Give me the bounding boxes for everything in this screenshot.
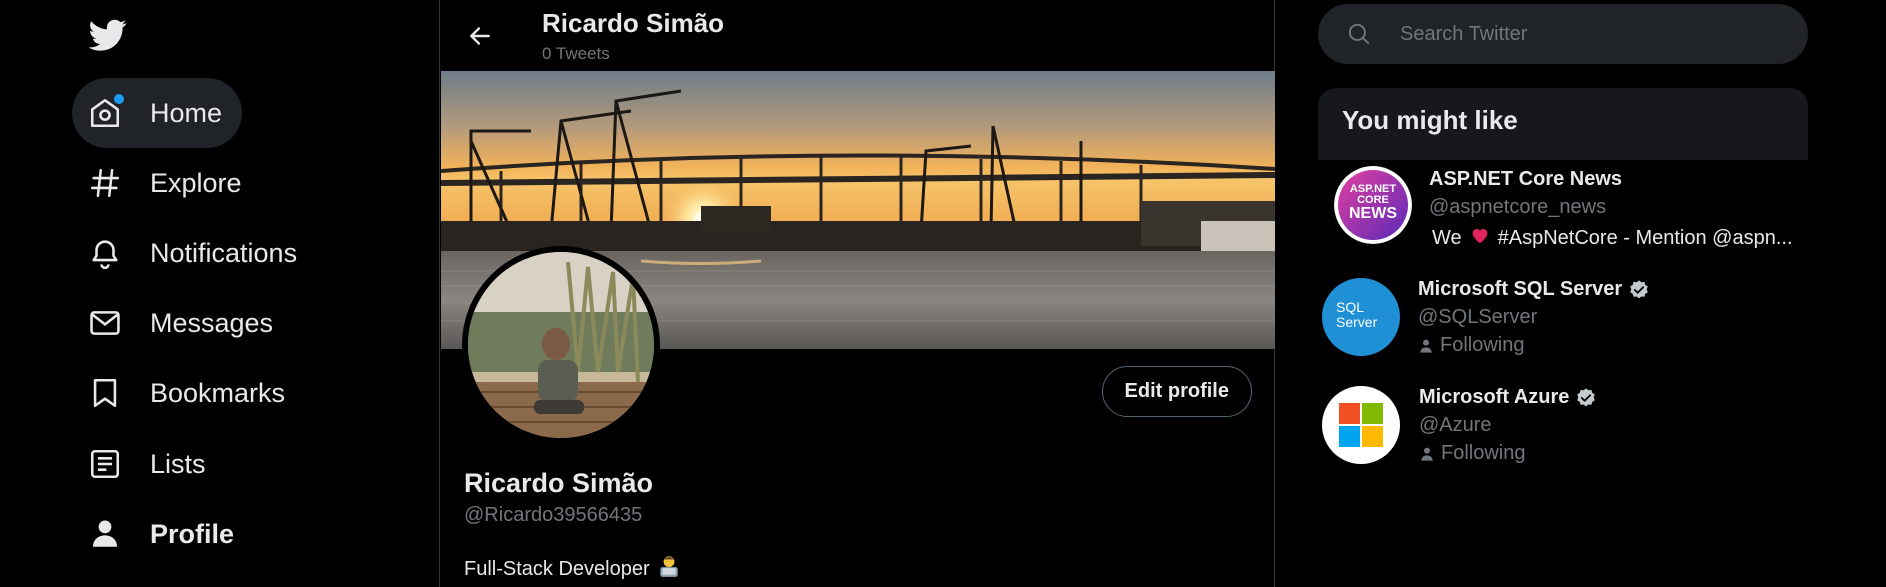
notification-dot — [114, 94, 124, 104]
suggestion-description: We #AspNetCore - Mention @aspn... — [1432, 224, 1793, 252]
suggestion-azure[interactable]: Microsoft Azure @Azure Following — [1318, 380, 1838, 480]
person-small-icon — [1421, 447, 1433, 461]
person-small-icon — [1420, 339, 1432, 353]
search-box[interactable] — [1318, 4, 1808, 64]
bio-text: Full-Stack Developer — [464, 557, 650, 580]
envelope-icon — [88, 306, 122, 340]
suggestion-handle[interactable]: @Azure — [1419, 414, 1492, 437]
suggestion-name-text: Microsoft Azure — [1419, 386, 1570, 408]
suggestion-name[interactable]: ASP.NET Core News — [1429, 168, 1622, 191]
verified-badge-icon — [1630, 279, 1648, 298]
heart-icon — [1468, 224, 1492, 252]
tweet-count: 0 Tweets — [542, 44, 610, 63]
arrow-left-icon — [470, 27, 490, 45]
following-status: Following — [1418, 334, 1524, 357]
nav-messages[interactable]: Messages — [72, 288, 293, 358]
left-sidebar: Home Explore Notifications Messages Book… — [0, 0, 439, 587]
profile-name: Ricardo Simão — [464, 468, 654, 498]
search-input[interactable] — [1398, 21, 1778, 47]
back-button[interactable] — [460, 16, 500, 56]
nav-label-profile: Profile — [150, 518, 235, 549]
profile-avatar[interactable] — [462, 246, 660, 444]
nav-label-notifications: Notifications — [150, 237, 298, 268]
description-suffix: #AspNetCore - Mention @aspn... — [1497, 226, 1793, 249]
nav-label-explore: Explore — [150, 167, 242, 198]
you-might-like-header: You might like — [1318, 88, 1808, 160]
sql-avatar-line2: Server — [1336, 313, 1378, 330]
azure-avatar[interactable] — [1322, 386, 1400, 464]
nav-label-bookmarks: Bookmarks — [150, 377, 286, 408]
following-label: Following — [1441, 442, 1526, 464]
suggestion-name[interactable]: Microsoft Azure — [1419, 386, 1597, 409]
following-label: Following — [1440, 334, 1525, 356]
technologist-emoji — [656, 553, 682, 585]
suggestion-name[interactable]: Microsoft SQL Server — [1418, 278, 1650, 301]
aspnetcore-avatar[interactable]: ASP.NET CORE NEWS — [1334, 166, 1412, 244]
right-sidebar: You might like ASP.NET CORE NEWS ASP.NET… — [1276, 0, 1886, 587]
nav-profile[interactable]: Profile — [72, 499, 254, 569]
profile-handle: @Ricardo39566435 — [464, 504, 643, 526]
edit-profile-button[interactable]: Edit profile — [1101, 366, 1252, 417]
sql-avatar-line1: SQL — [1336, 299, 1365, 315]
header-title: Ricardo Simão — [542, 8, 725, 38]
search-icon — [1348, 23, 1370, 45]
twitter-bird-icon[interactable] — [86, 16, 130, 54]
suggestion-sqlserver[interactable]: SQL Server Microsoft SQL Server @SQLServ… — [1318, 272, 1838, 372]
hashtag-icon — [88, 166, 122, 200]
nav-lists[interactable]: Lists — [72, 429, 226, 499]
profile-column: Ricardo Simão 0 Tweets Edit profile Rica… — [439, 0, 1275, 587]
person-icon — [88, 517, 122, 551]
nav-label-messages: Messages — [150, 307, 274, 338]
suggestion-name-text: Microsoft SQL Server — [1418, 278, 1623, 300]
nav-label-lists: Lists — [150, 448, 206, 479]
suggestion-handle[interactable]: @SQLServer — [1418, 306, 1537, 329]
profile-bio: Full-Stack Developer — [464, 553, 682, 585]
nav-home[interactable]: Home — [72, 78, 243, 148]
suggestion-aspnetcore[interactable]: ASP.NET CORE NEWS ASP.NET Core News @asp… — [1318, 160, 1838, 260]
you-might-like-title: You might like — [1342, 105, 1518, 135]
home-icon — [88, 94, 124, 130]
aspnet-avatar-line3: NEWS — [1349, 205, 1397, 222]
bell-icon — [88, 236, 122, 270]
sqlserver-avatar[interactable]: SQL Server — [1322, 278, 1400, 356]
bookmark-icon — [88, 376, 122, 410]
nav-bookmarks[interactable]: Bookmarks — [72, 358, 305, 428]
profile-header-bar: Ricardo Simão 0 Tweets — [440, 0, 1274, 71]
nav-notifications[interactable]: Notifications — [72, 218, 317, 288]
suggestion-handle[interactable]: @aspnetcore_news — [1429, 196, 1606, 219]
nav-label-home: Home — [150, 97, 223, 128]
nav-explore[interactable]: Explore — [72, 148, 262, 218]
verified-badge-icon — [1577, 387, 1596, 406]
description-prefix: We — [1432, 226, 1462, 249]
following-status: Following — [1419, 442, 1525, 465]
list-icon — [88, 447, 122, 481]
microsoft-logo-icon — [1339, 403, 1383, 447]
